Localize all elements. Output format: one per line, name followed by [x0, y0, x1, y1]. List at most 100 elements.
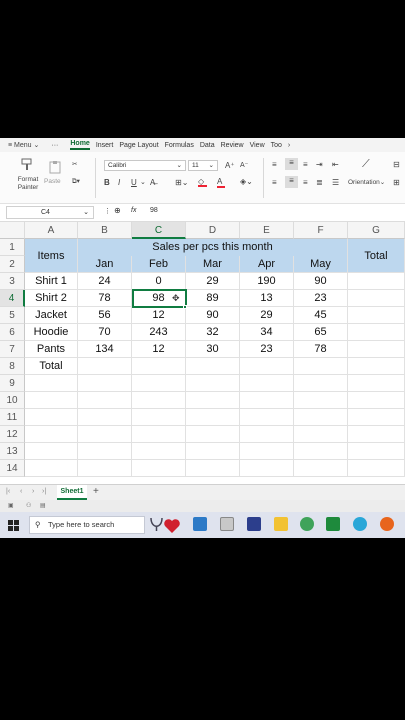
tab-formulas[interactable]: Formulas	[165, 142, 194, 149]
empty-cell[interactable]	[240, 358, 294, 375]
value-cell[interactable]: 78	[294, 341, 348, 358]
tab-home[interactable]: Home	[70, 140, 90, 150]
app-icon-s[interactable]	[247, 517, 261, 531]
row-header-14[interactable]: 14	[0, 460, 25, 477]
total-header[interactable]: Total	[348, 239, 405, 273]
item-name-cell[interactable]: Pants	[25, 341, 78, 358]
sheet-tab-sheet1[interactable]: Sheet1	[57, 485, 87, 500]
paste-icon[interactable]	[48, 160, 62, 176]
formula-input[interactable]: 98	[150, 207, 158, 214]
fill-handle[interactable]	[183, 305, 187, 309]
edge-browser-icon[interactable]	[353, 517, 367, 531]
row-header-7[interactable]: 7	[0, 341, 25, 358]
value-cell[interactable]: 24	[78, 273, 132, 290]
row-header-12[interactable]: 12	[0, 426, 25, 443]
empty-cell[interactable]	[348, 443, 405, 460]
row-header-6[interactable]: 6	[0, 324, 25, 341]
empty-cell[interactable]	[78, 460, 132, 477]
align-left-icon[interactable]: ≡	[272, 178, 277, 187]
total-cell[interactable]	[348, 307, 405, 324]
orientation-button[interactable]: Orientation⌄	[348, 178, 385, 186]
item-name-cell[interactable]: Shirt 1	[25, 273, 78, 290]
value-cell[interactable]: 23	[240, 341, 294, 358]
empty-cell[interactable]	[132, 375, 186, 392]
col-header-g[interactable]: G	[348, 222, 405, 239]
empty-cell[interactable]	[25, 443, 78, 460]
empty-cell[interactable]	[348, 460, 405, 477]
empty-cell[interactable]	[132, 358, 186, 375]
strikethrough-icon[interactable]: A̶	[150, 178, 155, 187]
underline-dropdown-icon[interactable]: ⌄	[140, 178, 146, 186]
menu-button[interactable]: ≡ Menu ⌄	[8, 141, 39, 149]
empty-cell[interactable]	[132, 392, 186, 409]
row-header-1[interactable]: 1	[0, 239, 25, 256]
value-cell[interactable]: 45	[294, 307, 348, 324]
font-name-select[interactable]: Calibri ⌄	[104, 160, 186, 171]
month-header[interactable]: Jan	[78, 256, 132, 273]
bold-icon[interactable]: B	[104, 178, 110, 187]
empty-cell[interactable]	[186, 460, 240, 477]
total-row-label[interactable]: Total	[25, 358, 78, 375]
empty-cell[interactable]	[25, 409, 78, 426]
next-sheet-icon[interactable]: ›	[32, 488, 34, 495]
store-icon[interactable]	[220, 517, 234, 531]
col-header-a[interactable]: A	[25, 222, 78, 239]
value-cell[interactable]: 65	[294, 324, 348, 341]
prev-sheet-icon[interactable]: ‹	[20, 488, 22, 495]
align-top-icon[interactable]: ≡	[272, 160, 277, 169]
justify-icon[interactable]: ≣	[316, 178, 323, 187]
decrease-font-icon[interactable]: A⁻	[240, 161, 248, 169]
value-cell[interactable]: 78	[78, 290, 132, 307]
merge-icon[interactable]: ⊞	[393, 178, 400, 187]
empty-cell[interactable]	[78, 358, 132, 375]
value-cell[interactable]: 190	[240, 273, 294, 290]
month-header[interactable]: Feb	[132, 256, 186, 273]
empty-cell[interactable]	[78, 409, 132, 426]
col-header-d[interactable]: D	[186, 222, 240, 239]
value-cell[interactable]: 243	[132, 324, 186, 341]
empty-cell[interactable]	[186, 426, 240, 443]
empty-cell[interactable]	[186, 443, 240, 460]
distribute-icon[interactable]: ☰	[332, 178, 339, 187]
accessibility-icon[interactable]: ⚇	[26, 502, 31, 509]
item-name-cell[interactable]: Shirt 2	[25, 290, 78, 307]
value-cell[interactable]: 32	[186, 324, 240, 341]
indent-icon[interactable]: ⇥	[316, 160, 323, 169]
tab-view[interactable]: View	[250, 142, 265, 149]
empty-cell[interactable]	[348, 358, 405, 375]
borders-icon[interactable]: ⊞⌄	[175, 178, 188, 187]
taskbar-search[interactable]: ⚲ Type here to search	[29, 516, 145, 534]
col-header-e[interactable]: E	[240, 222, 294, 239]
align-center-icon[interactable]: ≡	[285, 176, 298, 188]
empty-cell[interactable]	[78, 375, 132, 392]
outdent-icon[interactable]: ⇤	[332, 160, 339, 169]
last-sheet-icon[interactable]: ›|	[42, 488, 46, 495]
empty-cell[interactable]	[25, 392, 78, 409]
row-header-11[interactable]: 11	[0, 409, 25, 426]
firefox-icon[interactable]	[380, 517, 394, 531]
row-header-9[interactable]: 9	[0, 375, 25, 392]
empty-cell[interactable]	[132, 443, 186, 460]
value-cell[interactable]: 12	[132, 341, 186, 358]
value-cell[interactable]: 90	[294, 273, 348, 290]
row-header-4[interactable]: 4	[0, 290, 25, 307]
empty-cell[interactable]	[240, 375, 294, 392]
windows-start-icon[interactable]	[8, 519, 20, 537]
row-header-13[interactable]: 13	[0, 443, 25, 460]
month-header[interactable]: Apr	[240, 256, 294, 273]
empty-cell[interactable]	[240, 443, 294, 460]
align-right-icon[interactable]: ≡	[303, 178, 308, 187]
align-middle-icon[interactable]: ≡	[285, 158, 298, 170]
sales-title[interactable]: Sales per pcs this month	[78, 239, 348, 256]
empty-cell[interactable]	[186, 392, 240, 409]
empty-cell[interactable]	[25, 426, 78, 443]
select-all-corner[interactable]	[0, 222, 25, 239]
font-color-icon[interactable]: A	[217, 177, 225, 188]
empty-cell[interactable]	[186, 358, 240, 375]
empty-cell[interactable]	[240, 392, 294, 409]
month-header[interactable]: May	[294, 256, 348, 273]
tab-insert[interactable]: Insert	[96, 142, 114, 149]
col-header-f[interactable]: F	[294, 222, 348, 239]
more-icon[interactable]: ···	[51, 142, 58, 149]
chevron-right-icon[interactable]: ›	[288, 142, 290, 149]
